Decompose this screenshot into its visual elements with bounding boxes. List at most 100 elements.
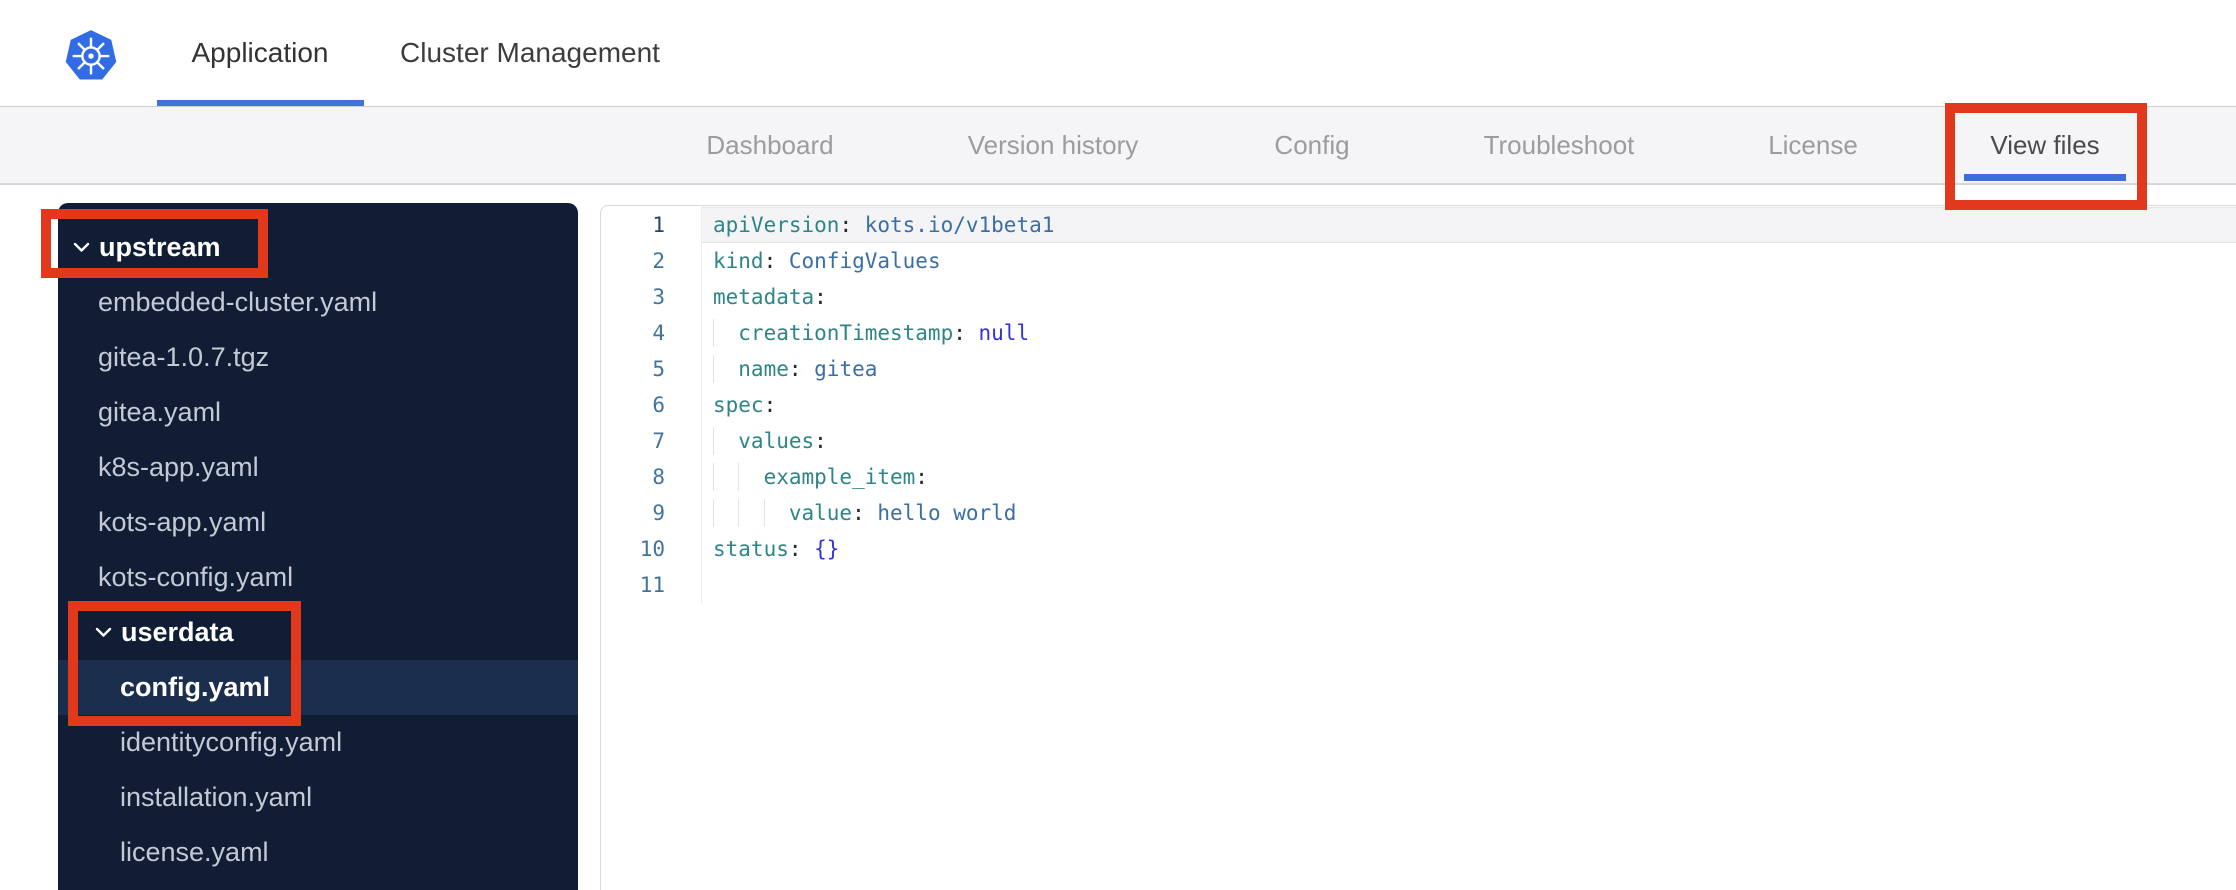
tree-item-label: config.yaml: [120, 672, 271, 702]
code-line: 4 creationTimestamp: null: [601, 315, 2236, 351]
token-punc: :: [814, 429, 827, 453]
tree-item-label: gitea.yaml: [98, 397, 222, 427]
token-punc: :: [915, 465, 928, 489]
indent-guide: [713, 463, 714, 491]
token-key: kind: [713, 249, 764, 273]
code-line-text: values:: [702, 423, 2236, 459]
token-key: metadata: [713, 285, 815, 309]
tree-item-label: kots-app.yaml: [98, 507, 267, 537]
code-line: 1 apiVersion: kots.io/v1beta1: [601, 207, 2236, 243]
subnav-dashboard[interactable]: Dashboard: [706, 107, 833, 183]
line-number: 3: [601, 279, 702, 315]
token-key: status: [713, 537, 789, 561]
tree-file-installation.yaml[interactable]: installation.yaml: [58, 770, 578, 825]
subnav-version-history[interactable]: Version history: [968, 107, 1139, 183]
tree-file-identityconfig.yaml[interactable]: identityconfig.yaml: [58, 715, 578, 770]
code-line: 2 kind: ConfigValues: [601, 243, 2236, 279]
line-number: 6: [601, 387, 702, 423]
line-number: 11: [601, 567, 702, 603]
line-number: 4: [601, 315, 702, 351]
token-punc: :: [953, 321, 966, 345]
file-tree-sidebar: upstream embedded-cluster.yaml gitea-1.0.7…: [58, 203, 578, 890]
code-line: 3 metadata:: [601, 279, 2236, 315]
code-line-text: kind: ConfigValues: [702, 243, 2236, 279]
code-line-text: name: gitea: [702, 351, 2236, 387]
line-number: 8: [601, 459, 702, 495]
code-line-text: spec:: [702, 387, 2236, 423]
token-str: hello world: [864, 501, 1017, 525]
code-line: 8 example_item:: [601, 459, 2236, 495]
kubernetes-logo-icon: [65, 30, 117, 80]
token-key: value: [713, 501, 853, 525]
token-punc: :: [788, 537, 802, 561]
token-key: spec: [713, 393, 764, 417]
token-key: apiVersion: [713, 213, 840, 237]
subnav-config[interactable]: Config: [1274, 107, 1349, 183]
view-files-active-underline: [1964, 174, 2126, 181]
file-content-editor[interactable]: 1 apiVersion: kots.io/v1beta1 2 kind: Confi…: [600, 205, 2236, 890]
token-str: ConfigValues: [776, 249, 941, 273]
app-subnav: Dashboard Version history Config Trouble…: [0, 107, 2236, 185]
code-line: 5 name: gitea: [601, 351, 2236, 387]
line-number: 2: [601, 243, 702, 279]
token-punc: :: [839, 213, 853, 237]
chevron-down-icon[interactable]: [95, 627, 121, 638]
tree-file-gitea-1.0.7.tgz[interactable]: gitea-1.0.7.tgz: [58, 330, 578, 385]
code-line: 11: [601, 567, 2236, 603]
code-line: 7 values:: [601, 423, 2236, 459]
token-punc: :: [814, 285, 827, 309]
line-number: 10: [601, 531, 702, 567]
token-key: name: [713, 357, 789, 381]
indent-guide: [713, 499, 714, 527]
app-header: Application Cluster Management: [0, 0, 2236, 107]
tree-folder-userdata[interactable]: userdata: [58, 605, 578, 660]
tab-cluster-management[interactable]: Cluster Management: [392, 0, 668, 106]
code-line-text: value: hello world: [702, 495, 2236, 531]
line-number: 9: [601, 495, 702, 531]
code-line-text: status: {}: [702, 531, 2236, 567]
code-line-text: metadata:: [702, 279, 2236, 315]
token-key: values: [713, 429, 815, 453]
indent-guide: [763, 499, 765, 527]
subnav-license[interactable]: License: [1768, 107, 1858, 183]
line-number: 1: [601, 207, 702, 243]
chevron-down-icon[interactable]: [73, 242, 99, 253]
token-key: creationTimestamp: [713, 321, 954, 345]
token-punc: :: [852, 501, 865, 525]
tab-application[interactable]: Application: [160, 0, 360, 106]
indent-guide: [713, 355, 714, 383]
tree-file-kots-config.yaml[interactable]: kots-config.yaml: [58, 550, 578, 605]
code-line: 9 value: hello world: [601, 495, 2236, 531]
tree-file-embedded-cluster.yaml[interactable]: embedded-cluster.yaml: [58, 275, 578, 330]
tree-file-gitea.yaml[interactable]: gitea.yaml: [58, 385, 578, 440]
tree-item-label: installation.yaml: [120, 782, 313, 812]
tree-item-label: embedded-cluster.yaml: [98, 287, 378, 317]
code-line-text: [702, 567, 2236, 603]
tree-item-label: upstream: [99, 232, 221, 262]
tree-file-license.yaml[interactable]: license.yaml: [58, 825, 578, 880]
token-const: {}: [801, 537, 840, 561]
tree-file-kots-app.yaml[interactable]: kots-app.yaml: [58, 495, 578, 550]
line-number: 7: [601, 423, 702, 459]
code-line: 6 spec:: [601, 387, 2236, 423]
token-key: example_item: [713, 465, 916, 489]
code-line-text: creationTimestamp: null: [702, 315, 2236, 351]
token-punc: :: [763, 393, 777, 417]
tree-file-config.yaml[interactable]: config.yaml: [58, 660, 578, 715]
tree-file-k8s-app.yaml[interactable]: k8s-app.yaml: [58, 440, 578, 495]
subnav-view-files[interactable]: View files: [1990, 107, 2099, 183]
line-number: 5: [601, 351, 702, 387]
code-line-text: example_item:: [702, 459, 2236, 495]
token-str: kots.io/v1beta1: [852, 213, 1055, 237]
tree-folder-upstream[interactable]: upstream: [58, 220, 578, 275]
code-line-text: apiVersion: kots.io/v1beta1: [702, 207, 2236, 243]
tree-item-label: gitea-1.0.7.tgz: [98, 342, 270, 372]
tree-item-label: k8s-app.yaml: [98, 452, 259, 482]
kots-admin-console: Application Cluster Management Dashboard…: [0, 0, 2236, 890]
tree-item-label: userdata: [121, 617, 234, 647]
indent-guide: [738, 463, 740, 491]
active-tab-underline: [157, 100, 364, 106]
token-const: null: [965, 321, 1030, 345]
subnav-troubleshoot[interactable]: Troubleshoot: [1484, 107, 1635, 183]
indent-guide: [713, 427, 714, 455]
